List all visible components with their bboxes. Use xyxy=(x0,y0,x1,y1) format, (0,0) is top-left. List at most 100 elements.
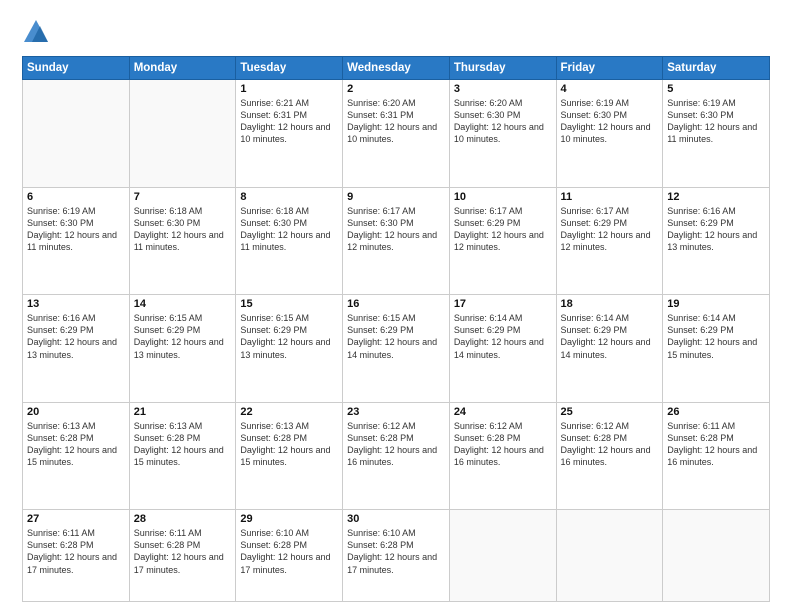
day-number: 20 xyxy=(27,406,125,418)
day-info: Sunrise: 6:14 AM Sunset: 6:29 PM Dayligh… xyxy=(561,312,659,361)
calendar-cell: 30Sunrise: 6:10 AM Sunset: 6:28 PM Dayli… xyxy=(343,510,450,602)
day-number: 4 xyxy=(561,83,659,95)
day-number: 22 xyxy=(240,406,338,418)
day-number: 16 xyxy=(347,298,445,310)
day-info: Sunrise: 6:17 AM Sunset: 6:29 PM Dayligh… xyxy=(454,205,552,254)
day-number: 21 xyxy=(134,406,232,418)
day-info: Sunrise: 6:13 AM Sunset: 6:28 PM Dayligh… xyxy=(134,420,232,469)
calendar-table: SundayMondayTuesdayWednesdayThursdayFrid… xyxy=(22,56,770,602)
calendar-header-friday: Friday xyxy=(556,57,663,80)
day-number: 30 xyxy=(347,513,445,525)
day-number: 23 xyxy=(347,406,445,418)
calendar-cell: 10 Sunrise: 6:17 AM Sunset: 6:29 PM Dayli… xyxy=(449,187,556,295)
calendar-cell: 3 Sunrise: 6:20 AM Sunset: 6:30 PM Daylig… xyxy=(449,80,556,188)
logo-icon xyxy=(22,18,50,46)
calendar-cell: 29 Sunrise: 6:10 AM Sunset: 6:28 PM Dayli… xyxy=(236,510,343,602)
calendar-cell: 28 Sunrise: 6:11 AM Sunset: 6:28 PM Dayli… xyxy=(129,510,236,602)
day-info: Sunrise: 6:12 AM Sunset: 6:28 PM Dayligh… xyxy=(347,420,445,469)
day-info: Sunrise: 6:17 AM Sunset: 6:29 PM Dayligh… xyxy=(561,205,659,254)
calendar-cell: 27 Sunrise: 6:11 AM Sunset: 6:28 PM Dayli… xyxy=(23,510,130,602)
day-number: 28 xyxy=(134,513,232,525)
day-number: 26 xyxy=(667,406,765,418)
day-info: Sunrise: 6:11 AM Sunset: 6:28 PM Dayligh… xyxy=(134,527,232,576)
calendar-cell: 15 Sunrise: 6:15 AM Sunset: 6:29 PM Dayli… xyxy=(236,295,343,403)
day-number: 2 xyxy=(347,83,445,95)
calendar-cell: 17 Sunrise: 6:14 AM Sunset: 6:29 PM Dayli… xyxy=(449,295,556,403)
day-info: Sunrise: 6:15 AM Sunset: 6:29 PM Dayligh… xyxy=(240,312,338,361)
calendar-cell: 7 Sunrise: 6:18 AM Sunset: 6:30 PM Daylig… xyxy=(129,187,236,295)
day-info: Sunrise: 6:18 AM Sunset: 6:30 PM Dayligh… xyxy=(134,205,232,254)
calendar-cell: 1 Sunrise: 6:21 AM Sunset: 6:31 PM Daylig… xyxy=(236,80,343,188)
calendar-cell: 12Sunrise: 6:16 AM Sunset: 6:29 PM Dayli… xyxy=(663,187,770,295)
day-info: Sunrise: 6:13 AM Sunset: 6:28 PM Dayligh… xyxy=(27,420,125,469)
day-number: 6 xyxy=(27,191,125,203)
calendar-cell: 11 Sunrise: 6:17 AM Sunset: 6:29 PM Dayli… xyxy=(556,187,663,295)
day-info: Sunrise: 6:15 AM Sunset: 6:29 PM Dayligh… xyxy=(134,312,232,361)
calendar-cell xyxy=(663,510,770,602)
day-info: Sunrise: 6:17 AM Sunset: 6:30 PM Dayligh… xyxy=(347,205,445,254)
calendar-cell xyxy=(129,80,236,188)
calendar-week-3: 13Sunrise: 6:16 AM Sunset: 6:29 PM Dayli… xyxy=(23,295,770,403)
day-number: 13 xyxy=(27,298,125,310)
calendar-cell: 16Sunrise: 6:15 AM Sunset: 6:29 PM Dayli… xyxy=(343,295,450,403)
day-info: Sunrise: 6:12 AM Sunset: 6:28 PM Dayligh… xyxy=(454,420,552,469)
day-number: 24 xyxy=(454,406,552,418)
calendar-cell: 6 Sunrise: 6:19 AM Sunset: 6:30 PM Daylig… xyxy=(23,187,130,295)
header xyxy=(22,18,770,46)
calendar-header-saturday: Saturday xyxy=(663,57,770,80)
calendar-cell: 13Sunrise: 6:16 AM Sunset: 6:29 PM Dayli… xyxy=(23,295,130,403)
calendar-header-row: SundayMondayTuesdayWednesdayThursdayFrid… xyxy=(23,57,770,80)
day-number: 15 xyxy=(240,298,338,310)
calendar-cell xyxy=(449,510,556,602)
day-info: Sunrise: 6:19 AM Sunset: 6:30 PM Dayligh… xyxy=(561,97,659,146)
calendar-cell: 9 Sunrise: 6:17 AM Sunset: 6:30 PM Daylig… xyxy=(343,187,450,295)
calendar-header-wednesday: Wednesday xyxy=(343,57,450,80)
day-info: Sunrise: 6:19 AM Sunset: 6:30 PM Dayligh… xyxy=(667,97,765,146)
calendar-cell: 5 Sunrise: 6:19 AM Sunset: 6:30 PM Daylig… xyxy=(663,80,770,188)
calendar-cell: 22 Sunrise: 6:13 AM Sunset: 6:28 PM Dayli… xyxy=(236,402,343,510)
day-number: 11 xyxy=(561,191,659,203)
day-info: Sunrise: 6:10 AM Sunset: 6:28 PM Dayligh… xyxy=(240,527,338,576)
day-number: 17 xyxy=(454,298,552,310)
day-number: 18 xyxy=(561,298,659,310)
day-info: Sunrise: 6:11 AM Sunset: 6:28 PM Dayligh… xyxy=(27,527,125,576)
calendar-header-thursday: Thursday xyxy=(449,57,556,80)
calendar-week-1: 1 Sunrise: 6:21 AM Sunset: 6:31 PM Daylig… xyxy=(23,80,770,188)
calendar-cell: 19 Sunrise: 6:14 AM Sunset: 6:29 PM Dayli… xyxy=(663,295,770,403)
day-number: 9 xyxy=(347,191,445,203)
day-info: Sunrise: 6:21 AM Sunset: 6:31 PM Dayligh… xyxy=(240,97,338,146)
day-number: 10 xyxy=(454,191,552,203)
calendar-cell: 4 Sunrise: 6:19 AM Sunset: 6:30 PM Daylig… xyxy=(556,80,663,188)
day-number: 19 xyxy=(667,298,765,310)
calendar-header-monday: Monday xyxy=(129,57,236,80)
calendar-cell: 20 Sunrise: 6:13 AM Sunset: 6:28 PM Dayli… xyxy=(23,402,130,510)
day-info: Sunrise: 6:14 AM Sunset: 6:29 PM Dayligh… xyxy=(667,312,765,361)
day-info: Sunrise: 6:20 AM Sunset: 6:30 PM Dayligh… xyxy=(454,97,552,146)
calendar-cell: 8Sunrise: 6:18 AM Sunset: 6:30 PM Daylig… xyxy=(236,187,343,295)
logo xyxy=(22,18,54,46)
calendar-cell: 24 Sunrise: 6:12 AM Sunset: 6:28 PM Dayli… xyxy=(449,402,556,510)
page: SundayMondayTuesdayWednesdayThursdayFrid… xyxy=(0,0,792,612)
day-number: 5 xyxy=(667,83,765,95)
calendar-week-5: 27 Sunrise: 6:11 AM Sunset: 6:28 PM Dayli… xyxy=(23,510,770,602)
day-number: 27 xyxy=(27,513,125,525)
calendar-cell xyxy=(23,80,130,188)
calendar-cell: 18 Sunrise: 6:14 AM Sunset: 6:29 PM Dayli… xyxy=(556,295,663,403)
day-number: 3 xyxy=(454,83,552,95)
calendar-cell: 23 Sunrise: 6:12 AM Sunset: 6:28 PM Dayli… xyxy=(343,402,450,510)
day-info: Sunrise: 6:14 AM Sunset: 6:29 PM Dayligh… xyxy=(454,312,552,361)
day-number: 29 xyxy=(240,513,338,525)
day-info: Sunrise: 6:11 AM Sunset: 6:28 PM Dayligh… xyxy=(667,420,765,469)
calendar-week-4: 20 Sunrise: 6:13 AM Sunset: 6:28 PM Dayli… xyxy=(23,402,770,510)
day-number: 14 xyxy=(134,298,232,310)
day-number: 12 xyxy=(667,191,765,203)
day-info: Sunrise: 6:19 AM Sunset: 6:30 PM Dayligh… xyxy=(27,205,125,254)
day-number: 25 xyxy=(561,406,659,418)
day-info: Sunrise: 6:12 AM Sunset: 6:28 PM Dayligh… xyxy=(561,420,659,469)
day-info: Sunrise: 6:13 AM Sunset: 6:28 PM Dayligh… xyxy=(240,420,338,469)
day-number: 8 xyxy=(240,191,338,203)
day-number: 7 xyxy=(134,191,232,203)
day-number: 1 xyxy=(240,83,338,95)
day-info: Sunrise: 6:20 AM Sunset: 6:31 PM Dayligh… xyxy=(347,97,445,146)
calendar-cell: 2 Sunrise: 6:20 AM Sunset: 6:31 PM Daylig… xyxy=(343,80,450,188)
